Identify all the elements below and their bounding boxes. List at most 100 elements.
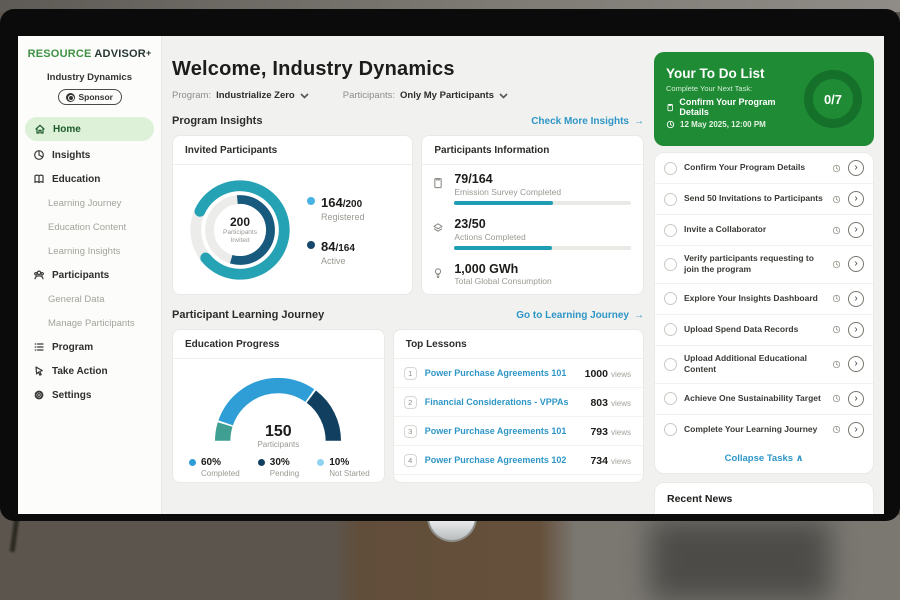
sidebar-item-label: Home — [53, 124, 81, 135]
task-checkbox[interactable] — [664, 358, 677, 371]
chevron-down-icon — [300, 93, 309, 99]
program-select[interactable]: Program: Industrialize Zero — [172, 90, 309, 101]
completed-dot — [189, 459, 196, 466]
sidebar-item-label: Manage Participants — [48, 318, 135, 329]
task-go-button[interactable]: › — [848, 356, 864, 372]
clock-icon — [832, 360, 841, 369]
lesson-row: 1 Power Purchase Agreements 101 1000view… — [394, 359, 643, 388]
participants-select[interactable]: Participants: Only My Participants — [343, 90, 508, 101]
education-gauge-chart: 150 Participants 60% Completed — [173, 359, 384, 478]
sidebar-item-participants[interactable]: Participants — [18, 263, 161, 287]
todo-panel: Your To Do List Complete Your Next Task:… — [652, 36, 884, 514]
lesson-link[interactable]: Power Purchase Agreements 101 — [425, 368, 577, 378]
task-label[interactable]: Verify participants requesting to join t… — [684, 253, 825, 276]
check-more-insights-link[interactable]: Check More Insights → — [531, 116, 644, 127]
sidebar-item-home[interactable]: Home — [25, 117, 154, 141]
task-checkbox[interactable] — [664, 292, 677, 305]
recent-news-card: Recent News — [654, 482, 874, 514]
task-checkbox[interactable] — [664, 258, 677, 271]
logo-secondary: ADVISOR — [94, 48, 146, 60]
progress-bar — [454, 246, 631, 250]
task-label[interactable]: Achieve One Sustainability Target — [684, 393, 825, 404]
invited-participants-card: Invited Participants 200 Partic — [172, 135, 413, 295]
task-label[interactable]: Upload Additional Educational Content — [684, 353, 825, 376]
chevron-right-icon: › — [854, 293, 857, 304]
sidebar-item-label: Education Content — [48, 222, 126, 233]
task-label[interactable]: Upload Spend Data Records — [684, 324, 825, 335]
sidebar-item-label: Education — [52, 174, 100, 185]
completed-label: Completed — [201, 469, 240, 478]
sidebar-item-education[interactable]: Education — [18, 167, 161, 191]
go-to-learning-journey-link[interactable]: Go to Learning Journey → — [516, 310, 644, 321]
collapse-tasks-link[interactable]: Collapse Tasks ∧ — [655, 445, 873, 473]
clock-icon — [832, 425, 841, 434]
task-go-button[interactable]: › — [848, 391, 864, 407]
chevron-right-icon: › — [854, 258, 857, 269]
task-checkbox[interactable] — [664, 423, 677, 436]
task-checkbox[interactable] — [664, 392, 677, 405]
todo-subtitle: Complete Your Next Task: — [666, 84, 798, 93]
actions-completed-row: 23/50 Actions Completed — [432, 218, 631, 256]
lesson-link[interactable]: Power Purchase Agreements 101 — [425, 426, 583, 436]
section-title: Participant Learning Journey — [172, 309, 324, 321]
emission-survey-row: 79/164 Emission Survey Completed — [432, 173, 631, 211]
logo-plus: + — [146, 48, 151, 58]
stat-label: Total Global Consumption — [454, 276, 631, 286]
task-go-button[interactable]: › — [848, 322, 864, 338]
registered-label: Registered — [321, 212, 365, 222]
chevron-right-icon: › — [854, 393, 857, 404]
active-total: /164 — [335, 243, 354, 254]
sidebar-item-label: Take Action — [52, 366, 108, 377]
task-row: Upload Additional Educational Content › — [655, 346, 873, 384]
task-go-button[interactable]: › — [848, 422, 864, 438]
task-label[interactable]: Invite a Collaborator — [684, 224, 825, 235]
task-go-button[interactable]: › — [848, 222, 864, 238]
lesson-link[interactable]: Financial Considerations - VPPAs — [425, 397, 583, 407]
task-checkbox[interactable] — [664, 193, 677, 206]
task-checkbox[interactable] — [664, 224, 677, 237]
sidebar-item-manage-participants[interactable]: Manage Participants — [18, 311, 161, 335]
task-label[interactable]: Confirm Your Program Details — [684, 162, 825, 173]
sidebar-item-label: Insights — [52, 150, 90, 161]
dashboard-screen: RESOURCE ADVISOR+ Industry Dynamics Spon… — [18, 36, 884, 514]
task-row: Achieve One Sustainability Target › — [655, 384, 873, 415]
legend-pending: 30% Pending — [258, 457, 299, 478]
sidebar-item-label: Participants — [52, 270, 109, 281]
task-checkbox[interactable] — [664, 162, 677, 175]
arrow-right-icon: → — [634, 310, 644, 321]
views-count: 1000 — [585, 368, 608, 380]
sidebar-item-insights[interactable]: Insights — [18, 143, 161, 167]
sidebar-item-take-action[interactable]: Take Action — [18, 359, 161, 383]
sidebar-item-settings[interactable]: Settings — [18, 383, 161, 407]
task-go-button[interactable]: › — [848, 160, 864, 176]
lesson-rank: 1 — [404, 367, 417, 380]
invited-total: 200 — [230, 215, 250, 229]
task-checkbox[interactable] — [664, 323, 677, 336]
task-go-button[interactable]: › — [848, 191, 864, 207]
take-action-icon — [32, 365, 45, 378]
clock-icon — [666, 120, 675, 129]
page-title: Welcome, Industry Dynamics — [172, 58, 644, 81]
task-go-button[interactable]: › — [848, 291, 864, 307]
insights-icon — [32, 149, 45, 162]
task-go-button[interactable]: › — [848, 256, 864, 272]
sidebar-item-learning-insights[interactable]: Learning Insights — [18, 239, 161, 263]
lesson-row: 5 Power Purchase Agreements 103 600views — [394, 475, 643, 483]
task-label[interactable]: Explore Your Insights Dashboard — [684, 293, 825, 304]
program-value: Industrialize Zero — [216, 90, 295, 101]
task-label[interactable]: Complete Your Learning Journey — [684, 424, 825, 435]
task-row: Complete Your Learning Journey › — [655, 415, 873, 445]
sidebar-item-general-data[interactable]: General Data — [18, 287, 161, 311]
stat-value: 79/164 — [454, 173, 631, 187]
legend-registered: 164/200 Registered — [307, 194, 365, 222]
link-label: Go to Learning Journey — [516, 310, 629, 321]
lesson-link[interactable]: Power Purchase Agreements 102 — [425, 455, 583, 465]
clock-icon — [832, 226, 841, 235]
task-row: Confirm Your Program Details › — [655, 153, 873, 184]
sidebar-item-education-content[interactable]: Education Content — [18, 215, 161, 239]
sidebar-item-learning-journey[interactable]: Learning Journey — [18, 191, 161, 215]
scene: RESOURCE ADVISOR+ Industry Dynamics Spon… — [0, 0, 900, 600]
monitor-bezel: RESOURCE ADVISOR+ Industry Dynamics Spon… — [0, 9, 900, 521]
task-label[interactable]: Send 50 Invitations to Participants — [684, 193, 825, 204]
sidebar-item-program[interactable]: Program — [18, 335, 161, 359]
